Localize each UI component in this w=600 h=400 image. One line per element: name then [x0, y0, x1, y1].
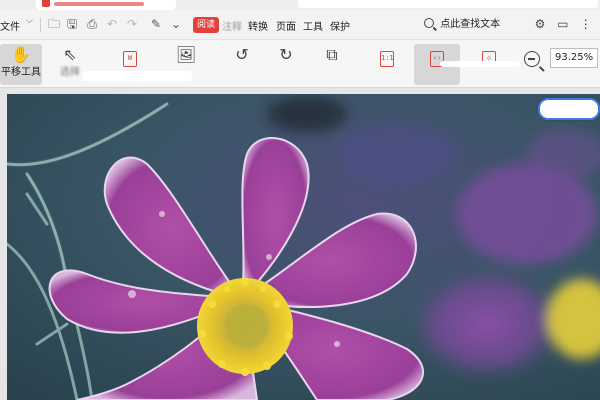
- zoom-level-input[interactable]: 93.25%: [550, 48, 598, 68]
- open-folder-icon[interactable]: 🗀: [46, 16, 62, 32]
- edit-icon[interactable]: ✎: [148, 16, 164, 32]
- redo-icon[interactable]: ↷: [124, 16, 140, 32]
- message-icon[interactable]: ▭: [555, 17, 571, 31]
- ribbon-toolbar: ✋ 平移工具 ⇖ 选择 W 🖼 ↺ ↻ ⧉ 1:1 ‹› ◇ 93.25%: [0, 41, 600, 88]
- actual-size-icon: 1:1: [370, 44, 404, 67]
- insert-page-button[interactable]: ⧉: [314, 44, 350, 85]
- more-icon[interactable]: ⋮: [578, 17, 594, 31]
- rotate-right-icon: ↻: [279, 45, 293, 64]
- menu-page[interactable]: 页面: [276, 18, 296, 33]
- menu-annotate[interactable]: 注释: [222, 18, 242, 33]
- window-controls: ⚙ ▭ ⋮: [532, 17, 597, 31]
- redacted-labels: [440, 61, 520, 67]
- pdf-page: [7, 94, 600, 400]
- flower-photo: [7, 94, 600, 400]
- new-tab-area[interactable]: [298, 0, 598, 8]
- file-menu[interactable]: 文件: [0, 18, 20, 33]
- rotate-left-button[interactable]: ↺: [226, 44, 258, 85]
- redacted-labels: [82, 71, 192, 81]
- divider: [40, 18, 41, 32]
- redacted-tab-title: [54, 2, 144, 6]
- menu-protect[interactable]: 保护: [330, 18, 350, 33]
- find-text-label: 点此查找文本: [440, 19, 501, 30]
- document-tab[interactable]: [36, 0, 176, 10]
- insert-page-icon: ⧉: [326, 45, 338, 64]
- more-chevron-icon[interactable]: ⌄: [168, 16, 184, 32]
- settings-icon[interactable]: ⚙: [532, 17, 548, 31]
- menu-bar: 文件 ⌵ 🗀 🖫 ⎙ ↶ ↷ ✎ ⌄ 阅读 注释 转换 页面 工具 保护 点此查…: [0, 10, 600, 40]
- hand-tool-button[interactable]: ✋ 平移工具: [0, 44, 42, 85]
- tab-bar: [0, 0, 600, 10]
- floating-page-control[interactable]: [538, 98, 600, 120]
- rotate-right-button[interactable]: ↻: [270, 44, 302, 85]
- print-icon[interactable]: ⎙: [84, 16, 100, 32]
- file-menu-label: 文件: [0, 22, 20, 33]
- chevron-down-icon[interactable]: ⌵: [26, 16, 33, 26]
- undo-icon[interactable]: ↶: [104, 16, 120, 32]
- find-text-button[interactable]: 点此查找文本: [424, 16, 500, 34]
- menu-convert[interactable]: 转换: [248, 18, 268, 33]
- pointer-icon: ⇖: [63, 45, 77, 64]
- hand-icon: ✋: [11, 45, 31, 64]
- menu-tools[interactable]: 工具: [303, 18, 323, 33]
- document-viewport[interactable]: [0, 88, 600, 400]
- image-icon: 🖼: [175, 45, 197, 64]
- read-mode-badge[interactable]: 阅读: [193, 17, 220, 33]
- hand-tool-label: 平移工具: [1, 67, 41, 78]
- pdf-icon: [42, 0, 50, 7]
- save-icon[interactable]: 🖫: [64, 16, 80, 32]
- actual-size-button[interactable]: 1:1: [370, 44, 404, 85]
- zoom-out-icon[interactable]: [524, 51, 540, 67]
- rotate-left-icon: ↺: [235, 45, 249, 64]
- pdf-to-word-icon: W: [112, 44, 148, 67]
- search-icon: [424, 18, 434, 28]
